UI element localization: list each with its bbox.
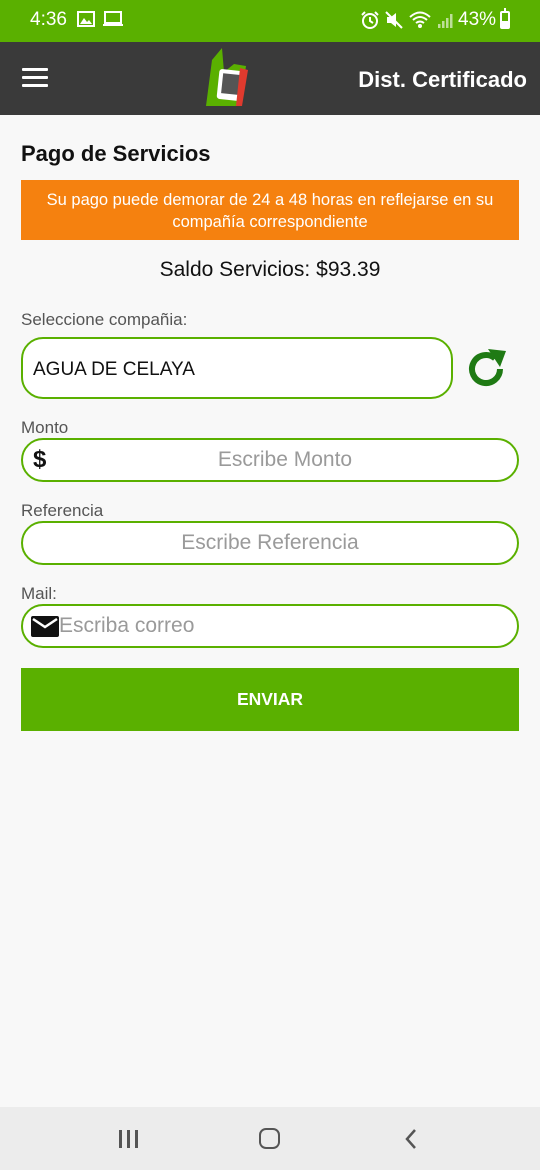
brand-logo-icon xyxy=(206,48,248,106)
amount-label: Monto xyxy=(21,418,69,437)
balance-label: Saldo Servicios: xyxy=(159,258,311,281)
reference-input[interactable] xyxy=(23,523,517,563)
battery-percent: 43% xyxy=(458,9,497,30)
company-selected-value: AGUA DE CELAYA xyxy=(33,359,195,380)
envelope-icon xyxy=(31,616,59,637)
app-bar: Dist. Certificado xyxy=(0,42,540,115)
alarm-icon xyxy=(361,11,379,29)
app-title: Dist. Certificado xyxy=(358,67,527,92)
signal-icon xyxy=(438,14,453,28)
dollar-icon: $ xyxy=(33,446,47,473)
company-select[interactable]: AGUA DE CELAYA xyxy=(21,337,453,399)
mail-field xyxy=(21,604,519,648)
battery-level-fill xyxy=(502,20,508,27)
system-nav-bar xyxy=(0,1107,540,1170)
amount-input[interactable] xyxy=(23,440,517,480)
status-bar: 4:36 43% xyxy=(0,0,540,42)
page-title: Pago de Servicios xyxy=(21,141,211,166)
balance-display: Saldo Servicios: $93.39 xyxy=(0,258,540,282)
status-time: 4:36 xyxy=(30,9,67,30)
recents-icon[interactable] xyxy=(119,1130,139,1148)
company-label: Seleccione compañia: xyxy=(21,310,188,329)
amount-field: $ xyxy=(21,438,519,482)
mail-input[interactable] xyxy=(23,606,517,646)
back-icon[interactable] xyxy=(400,1127,424,1151)
wifi-icon xyxy=(409,11,431,28)
balance-value: $93.39 xyxy=(316,258,381,281)
battery-icon xyxy=(500,8,510,29)
hamburger-menu-icon[interactable] xyxy=(22,68,50,90)
reference-field xyxy=(21,521,519,565)
home-icon[interactable] xyxy=(259,1128,280,1149)
refresh-icon[interactable] xyxy=(462,345,510,393)
reference-label: Referencia xyxy=(21,501,104,520)
mail-label: Mail: xyxy=(21,584,57,603)
screen-cast-icon xyxy=(103,11,123,26)
send-button[interactable]: ENVIAR xyxy=(21,668,519,731)
mute-icon xyxy=(385,11,403,29)
gallery-icon xyxy=(77,11,95,27)
notice-banner: Su pago puede demorar de 24 a 48 horas e… xyxy=(21,180,519,240)
